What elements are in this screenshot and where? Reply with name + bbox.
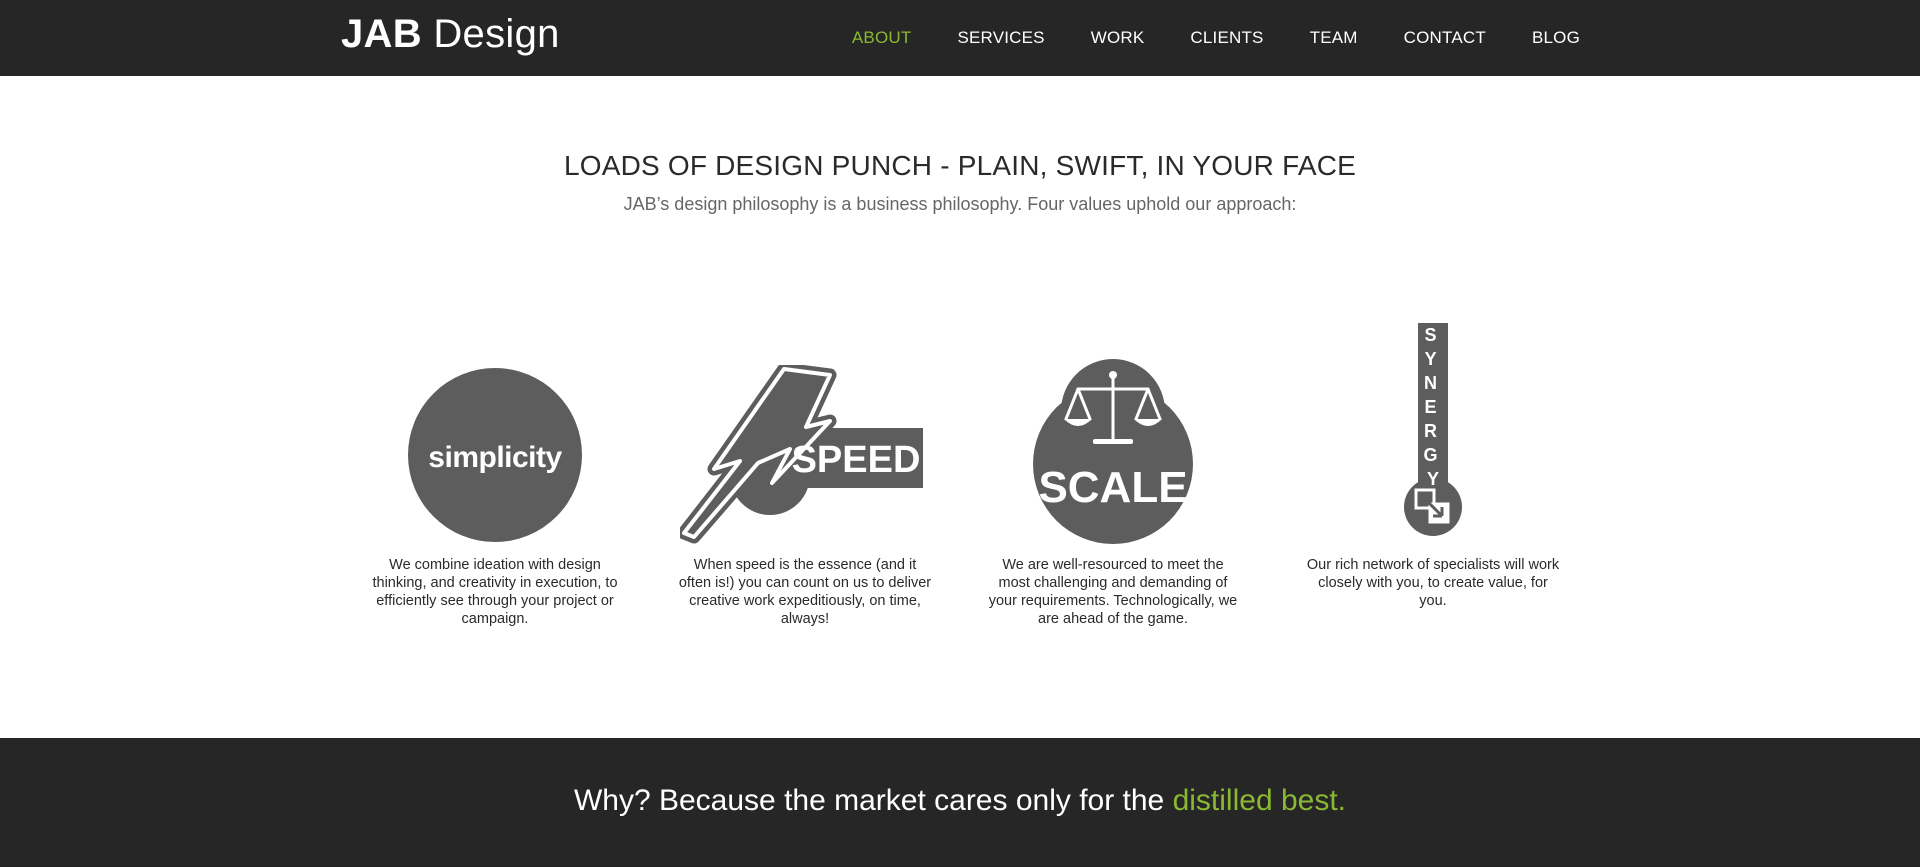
simplicity-graphic: simplicity — [355, 320, 635, 545]
intro-section: LOADS OF DESIGN PUNCH - PLAIN, SWIFT, IN… — [0, 150, 1920, 215]
nav-item-work: WORK — [1091, 28, 1145, 48]
value-description-synergy: Our rich network of specialists will wor… — [1306, 557, 1560, 609]
nav-link-blog[interactable]: BLOG — [1532, 28, 1580, 47]
nav-link-services[interactable]: SERVICES — [957, 28, 1044, 47]
nav-link-clients[interactable]: CLIENTS — [1190, 28, 1263, 47]
balance-scale-icon: SCALE — [1033, 359, 1193, 544]
scale-graphic: SCALE — [973, 320, 1253, 545]
nav-link-team[interactable]: TEAM — [1310, 28, 1358, 47]
speed-badge-text: SPEED — [792, 439, 921, 481]
nav-item-about: ABOUT — [852, 28, 912, 48]
tagline: Why? Because the market cares only for t… — [0, 738, 1920, 818]
section-title: LOADS OF DESIGN PUNCH - PLAIN, SWIFT, IN… — [563, 150, 1357, 181]
value-card-speed: SPEED When speed is the essence (and it … — [665, 320, 945, 628]
synergy-letters: S Y N E R G Y — [1423, 325, 1442, 489]
nav-item-team: TEAM — [1310, 28, 1358, 48]
logo-bold-text: JAB — [341, 12, 422, 56]
simplicity-badge-text: simplicity — [428, 441, 562, 474]
simplicity-circle-icon: simplicity — [408, 368, 582, 542]
nav-link-contact[interactable]: CONTACT — [1404, 28, 1486, 47]
tagline-accent: distilled best. — [1172, 784, 1347, 817]
value-card-synergy: S Y N E R G Y Our rich network of specia… — [1293, 320, 1573, 610]
value-card-simplicity: simplicity We combine ideation with desi… — [355, 320, 635, 628]
site-header: JAB Design ABOUT SERVICES WORK CLIENTS T… — [0, 0, 1920, 76]
section-subtitle: JAB’s design philosophy is a business ph… — [623, 194, 1297, 214]
nav-link-about[interactable]: ABOUT — [852, 28, 912, 47]
tagline-band: Why? Because the market cares only for t… — [0, 738, 1920, 867]
nav-item-services: SERVICES — [957, 28, 1044, 48]
values-grid: simplicity We combine ideation with desi… — [341, 320, 1581, 650]
value-description-simplicity: We combine ideation with design thinking… — [372, 557, 618, 627]
logo-regular-text: Design — [433, 12, 560, 56]
nav-item-blog: BLOG — [1532, 28, 1580, 48]
synergy-arrows-icon: S Y N E R G Y — [1404, 323, 1462, 536]
nav-item-clients: CLIENTS — [1190, 28, 1263, 48]
speed-graphic: SPEED — [665, 320, 945, 545]
synergy-graphic: S Y N E R G Y — [1293, 320, 1573, 545]
value-card-scale: SCALE We are well-resourced to meet the … — [973, 320, 1253, 628]
value-description-speed: When speed is the essence (and it often … — [678, 557, 932, 627]
nav-link-work[interactable]: WORK — [1091, 28, 1145, 47]
site-logo[interactable]: JAB Design — [341, 12, 560, 57]
scale-badge-text: SCALE — [1038, 463, 1187, 512]
nav-item-contact: CONTACT — [1404, 28, 1486, 48]
main-nav: ABOUT SERVICES WORK CLIENTS TEAM CONTACT… — [852, 0, 1580, 76]
value-description-scale: We are well-resourced to meet the most c… — [988, 557, 1238, 627]
lightning-bolt-icon: SPEED — [680, 365, 923, 544]
tagline-lead: Why? Because the market cares only for t… — [573, 784, 1173, 817]
